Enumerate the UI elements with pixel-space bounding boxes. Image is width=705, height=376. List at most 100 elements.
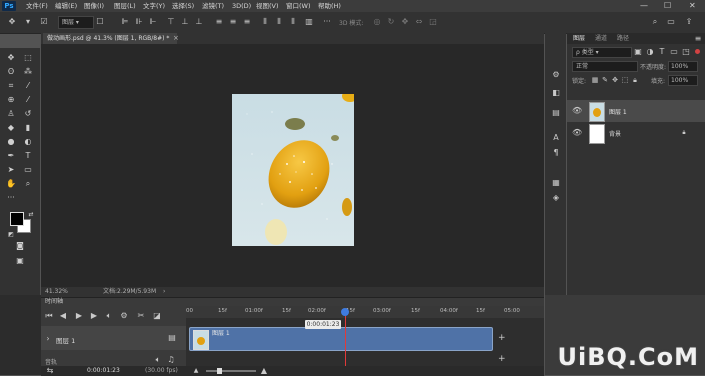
previous-frame-icon[interactable]: ◀ — [58, 311, 68, 321]
workspace-icon[interactable]: ▭ — [666, 17, 676, 27]
paragraph-panel-icon[interactable]: ¶ — [550, 148, 562, 158]
3d-scale-icon[interactable]: ◲ — [428, 17, 438, 27]
maximize-button[interactable]: ☐ — [664, 1, 671, 11]
timeline-title[interactable]: 时间轴 — [45, 298, 63, 306]
menu-filter[interactable]: 滤镜(T) — [202, 1, 224, 11]
align-center-icon[interactable]: ⊪ — [134, 17, 144, 27]
auto-align-icon[interactable]: ▥ — [304, 17, 314, 27]
distribute-middle-icon[interactable]: ≡ — [228, 17, 238, 27]
close-button[interactable]: ✕ — [689, 1, 696, 11]
3d-slide-icon[interactable]: ⇔ — [414, 17, 424, 27]
filter-toggle-icon[interactable] — [695, 49, 700, 54]
playhead-handle[interactable] — [341, 308, 349, 316]
layer-row[interactable]: 👁︎ 背景 🔒︎ — [567, 122, 705, 144]
crop-tool-icon[interactable]: ⌗ — [5, 80, 17, 91]
screen-mode-icon[interactable]: ▣ — [14, 255, 26, 266]
lock-all-icon[interactable]: 🔒︎ — [631, 75, 639, 85]
filter-adjustment-icon[interactable]: ◑ — [646, 47, 654, 57]
3d-pan-icon[interactable]: ✥ — [400, 17, 410, 27]
eyedropper-tool-icon[interactable]: ⁄ — [22, 80, 34, 91]
close-document-icon[interactable]: × — [173, 33, 179, 44]
path-selection-tool-icon[interactable]: ➤ — [5, 164, 17, 175]
distribute-right-icon[interactable]: ⦀ — [288, 17, 298, 27]
menu-type[interactable]: 文字(Y) — [143, 1, 165, 11]
brush-tool-icon[interactable]: ⁄ — [22, 94, 34, 105]
visibility-eye-icon[interactable]: 👁︎ — [572, 106, 582, 116]
first-frame-icon[interactable]: ⏮ — [44, 311, 54, 321]
gradient-tool-icon[interactable]: ▮ — [22, 122, 34, 133]
menu-3d[interactable]: 3D(D) — [232, 1, 251, 11]
menu-window[interactable]: 窗口(W) — [286, 1, 311, 11]
zoom-slider[interactable] — [206, 370, 256, 372]
next-frame-icon[interactable]: ▶ — [89, 311, 99, 321]
tab-paths[interactable]: 路径 — [617, 35, 629, 43]
eraser-tool-icon[interactable]: ◆ — [5, 122, 17, 133]
menu-file[interactable]: 文件(F) — [26, 1, 48, 11]
align-middle-icon[interactable]: ⊥ — [180, 17, 190, 27]
libraries-panel-icon[interactable]: ▦ — [550, 178, 562, 188]
lock-transparent-icon[interactable]: ▦ — [591, 75, 599, 85]
tab-channels[interactable]: 通道 — [595, 35, 607, 43]
adjustments-panel-icon[interactable]: ◈ — [550, 193, 562, 203]
character-panel-icon[interactable]: A — [550, 133, 562, 143]
menu-edit[interactable]: 编辑(E) — [55, 1, 77, 11]
move-tool-icon[interactable]: ✥ — [6, 17, 18, 27]
edit-toolbar-icon[interactable]: ··· — [5, 192, 17, 203]
more-options-icon[interactable]: ··· — [322, 17, 332, 27]
filmstrip-icon[interactable]: ▤ — [167, 333, 177, 343]
history-panel-icon[interactable]: ⚙ — [550, 70, 562, 80]
layer-kind-filter[interactable]: ρ 类型 ▾ — [572, 47, 632, 58]
lock-position-icon[interactable]: ✥ — [611, 75, 619, 85]
menu-help[interactable]: 帮助(H) — [318, 1, 341, 11]
auto-select-dropdown[interactable]: 图层 ▾ — [58, 16, 94, 29]
clone-stamp-tool-icon[interactable]: ♙ — [5, 108, 17, 119]
dodge-tool-icon[interactable]: ◐ — [22, 136, 34, 147]
filter-type-icon[interactable]: T — [658, 47, 666, 57]
menu-layer[interactable]: 图层(L) — [114, 1, 136, 11]
3d-orbit-icon[interactable]: ◎ — [372, 17, 382, 27]
minimize-button[interactable]: — — [640, 1, 648, 11]
canvas-image[interactable] — [232, 90, 358, 246]
magic-wand-tool-icon[interactable]: ⁂ — [22, 66, 34, 77]
opacity-field[interactable]: 100% — [668, 61, 698, 72]
distribute-left-icon[interactable]: ⦀ — [260, 17, 270, 27]
menu-image[interactable]: 图像(I) — [84, 1, 104, 11]
marquee-tool-icon[interactable]: ⬚ — [22, 52, 34, 63]
mute-audio-icon[interactable]: 🔈︎ — [104, 311, 114, 321]
distribute-bottom-icon[interactable]: ≡ — [242, 17, 252, 27]
align-left-icon[interactable]: ⊫ — [120, 17, 130, 27]
transition-icon[interactable]: ◪ — [152, 311, 162, 321]
properties-panel-icon[interactable]: ▤ — [550, 108, 562, 118]
rectangle-tool-icon[interactable]: ▭ — [22, 164, 34, 175]
blur-tool-icon[interactable]: ● — [5, 136, 17, 147]
panel-menu-icon[interactable]: ≡ — [693, 34, 703, 44]
layer-name[interactable]: 背景 — [609, 129, 621, 138]
add-audio-icon[interactable]: + — [498, 354, 506, 364]
hand-tool-icon[interactable]: ✋ — [5, 178, 17, 189]
add-media-icon[interactable]: + — [498, 333, 506, 343]
color-panel-icon[interactable]: ◧ — [550, 88, 562, 98]
blend-mode-select[interactable]: 正常 — [572, 61, 638, 72]
status-menu-arrow-icon[interactable]: › — [163, 287, 165, 297]
search-icon[interactable]: ⌕ — [650, 17, 660, 27]
lock-artboard-icon[interactable]: ⬚ — [621, 75, 629, 85]
healing-brush-tool-icon[interactable]: ⊕ — [5, 94, 17, 105]
default-colors-icon[interactable]: ◩ — [5, 229, 17, 240]
zoom-level[interactable]: 41.32% — [45, 287, 68, 297]
quick-mask-icon[interactable]: ◙ — [14, 240, 26, 251]
lock-image-icon[interactable]: ✎ — [601, 75, 609, 85]
expand-track-icon[interactable]: › — [44, 334, 52, 344]
settings-gear-icon[interactable]: ⚙ — [119, 311, 129, 321]
layer-name[interactable]: 图层 1 — [609, 107, 627, 116]
split-clip-icon[interactable]: ✂ — [136, 311, 146, 321]
transform-controls-checkbox-icon[interactable]: ☐ — [95, 17, 105, 27]
visibility-eye-icon[interactable]: 👁︎ — [572, 128, 582, 138]
document-tab[interactable]: 做动画形.psd @ 41.3% (图层 1, RGB/8#) * — [43, 33, 177, 44]
filter-smart-icon[interactable]: ◳ — [682, 47, 690, 57]
menu-view[interactable]: 视图(V) — [256, 1, 279, 11]
menu-select[interactable]: 选择(S) — [172, 1, 194, 11]
3d-roll-icon[interactable]: ↻ — [386, 17, 396, 27]
tool-preset-chevron-icon[interactable]: ▾ — [24, 17, 32, 27]
history-brush-tool-icon[interactable]: ↺ — [22, 108, 34, 119]
play-icon[interactable]: ▶ — [74, 311, 84, 321]
